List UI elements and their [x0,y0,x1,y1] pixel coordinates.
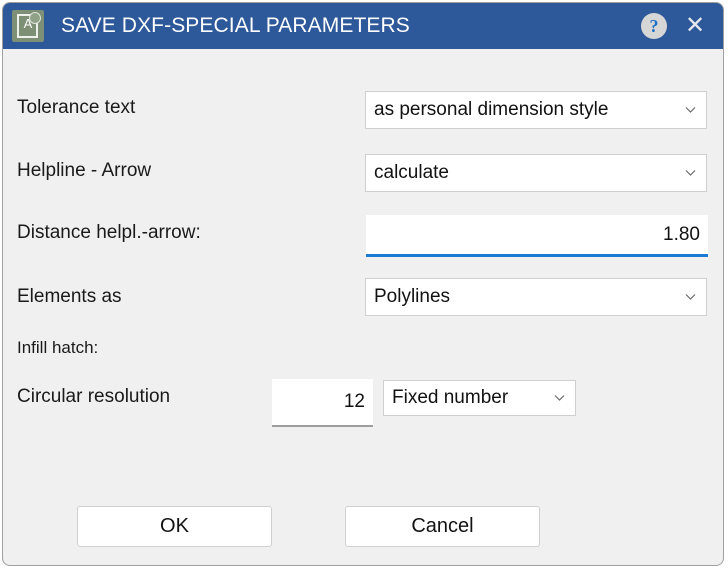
cancel-button[interactable]: Cancel [345,506,540,547]
helpline-arrow-label: Helpline - Arrow [17,160,152,181]
close-icon[interactable]: ✕ [679,11,711,41]
chevron-down-icon [684,166,697,179]
helpline-arrow-value: calculate [374,162,449,183]
chevron-down-icon [684,290,697,303]
distance-value: 1.80 [663,223,700,245]
circular-resolution-value: 12 [343,390,365,412]
infill-hatch-heading: Infill hatch: [17,338,99,357]
document-a-icon: A [12,10,44,42]
helpline-arrow-dropdown[interactable]: calculate [365,154,707,192]
ok-button[interactable]: OK [77,506,272,547]
elements-as-label: Elements as [17,286,122,307]
distance-label: Distance helpl.-arrow: [17,222,201,243]
circular-resolution-mode-value: Fixed number [392,387,509,408]
circular-resolution-label: Circular resolution [17,386,171,407]
distance-input-focus-underline [366,254,708,257]
circular-resolution-underline [272,425,373,427]
circular-resolution-input[interactable]: 12 [272,379,373,427]
chevron-down-icon [553,391,566,404]
elements-as-value: Polylines [374,286,451,307]
window-title: SAVE DXF-SPECIAL PARAMETERS [61,14,410,37]
circular-resolution-mode-dropdown[interactable]: Fixed number [383,380,576,416]
elements-as-dropdown[interactable]: Polylines [365,278,707,316]
distance-input[interactable]: 1.80 [366,215,708,257]
title-bar: A SAVE DXF-SPECIAL PARAMETERS ? ✕ [3,3,723,49]
tolerance-text-value: as personal dimension style [374,99,609,120]
dialog-window: A SAVE DXF-SPECIAL PARAMETERS ? ✕ Tolera… [2,2,724,566]
help-icon[interactable]: ? [641,13,667,39]
tolerance-text-dropdown[interactable]: as personal dimension style [365,91,707,129]
tolerance-text-label: Tolerance text [17,97,136,118]
icon-badge [29,12,41,24]
chevron-down-icon [684,103,697,116]
